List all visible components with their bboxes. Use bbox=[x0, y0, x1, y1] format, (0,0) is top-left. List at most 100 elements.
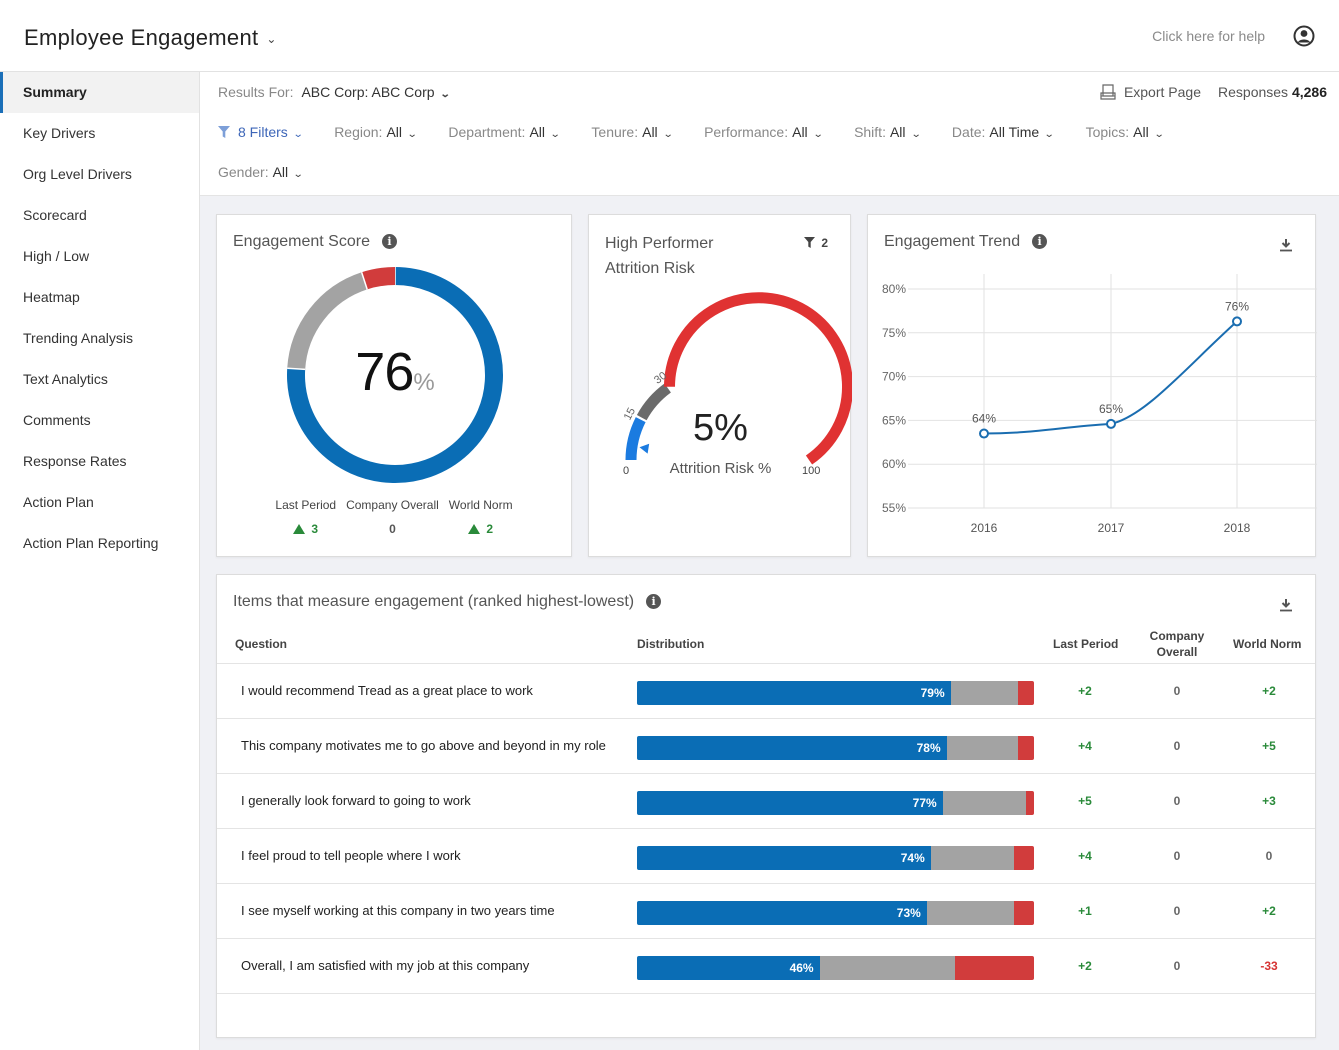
sidebar-item-heatmap[interactable]: Heatmap bbox=[0, 277, 199, 318]
table-row[interactable]: This company motivates me to go above an… bbox=[217, 719, 1315, 774]
world-norm-delta: -33 bbox=[1260, 959, 1278, 973]
filter-date-dropdown[interactable]: Date: All Time ⌄ bbox=[952, 124, 1055, 140]
filters-count-dropdown[interactable]: 8 Filters ⌄ bbox=[218, 124, 303, 140]
filter-region-dropdown[interactable]: Region: All ⌄ bbox=[334, 124, 417, 140]
info-icon[interactable]: i bbox=[381, 234, 397, 249]
export-label: Export Page bbox=[1123, 84, 1201, 100]
filter-icon bbox=[218, 126, 230, 138]
sidebar-item-trending-analysis[interactable]: Trending Analysis bbox=[0, 318, 199, 359]
filter-gender-dropdown[interactable]: Gender: All ⌄ bbox=[218, 164, 304, 180]
main-content: Results For: ABC Corp: ABC Corp ⌄ Export P… bbox=[200, 72, 1339, 1050]
y-tick-label: 55% bbox=[882, 501, 906, 515]
sidebar-item-response-rates[interactable]: Response Rates bbox=[0, 441, 199, 482]
results-for-selector[interactable]: Results For: ABC Corp: ABC Corp ⌄ bbox=[218, 84, 450, 100]
info-icon[interactable]: i bbox=[1032, 234, 1048, 249]
sidebar-item-high-low[interactable]: High / Low bbox=[0, 236, 199, 277]
column-header-last-period[interactable]: Last Period bbox=[1053, 637, 1118, 651]
sidebar-item-text-analytics[interactable]: Text Analytics bbox=[0, 359, 199, 400]
x-tick-label: 2018 bbox=[1224, 521, 1251, 535]
table-row[interactable]: I generally look forward to going to wor… bbox=[217, 774, 1315, 829]
sidebar-item-action-plan[interactable]: Action Plan bbox=[0, 482, 199, 523]
neutral-segment bbox=[926, 901, 1015, 925]
download-icon[interactable] bbox=[1279, 598, 1293, 612]
filter-label: Tenure: bbox=[591, 124, 639, 140]
sidebar-item-scorecard[interactable]: Scorecard bbox=[0, 195, 199, 236]
engagement-trend-title: Engagement Trend bbox=[884, 233, 1021, 250]
question-text: This company motivates me to go above an… bbox=[241, 738, 606, 753]
filter-shift-dropdown[interactable]: Shift: All ⌄ bbox=[854, 124, 922, 140]
sidebar-item-key-drivers[interactable]: Key Drivers bbox=[0, 113, 199, 154]
column-header-question[interactable]: Question bbox=[235, 637, 287, 651]
neutral-segment bbox=[930, 846, 1015, 870]
filter-row: 8 Filters ⌄ Region: All ⌄ Department: All ⌄ Ten… bbox=[218, 124, 1195, 140]
column-header-world-norm[interactable]: World Norm bbox=[1233, 637, 1301, 651]
filter-value: All bbox=[889, 124, 906, 140]
table-row[interactable]: I feel proud to tell people where I work… bbox=[217, 829, 1315, 884]
distribution-bar[interactable]: 73% bbox=[637, 901, 1034, 925]
company-overall-delta: 0 bbox=[1173, 794, 1181, 808]
chevron-down-icon: ⌄ bbox=[910, 129, 922, 140]
favorable-segment: 77% bbox=[637, 791, 943, 815]
company-overall-delta: 0 bbox=[1173, 849, 1181, 863]
company-overall-delta: 0 bbox=[1173, 684, 1181, 698]
export-page-button[interactable]: Export Page bbox=[1100, 84, 1201, 100]
distribution-bar[interactable]: 78% bbox=[637, 736, 1034, 760]
score-unit: % bbox=[413, 369, 435, 396]
column-header-distribution[interactable]: Distribution bbox=[637, 637, 704, 651]
sidebar-item-org-level-drivers[interactable]: Org Level Drivers bbox=[0, 154, 199, 195]
y-tick-label: 60% bbox=[882, 457, 906, 471]
last-period-delta: +4 bbox=[1078, 849, 1092, 863]
download-icon[interactable] bbox=[1279, 238, 1293, 252]
filter-label: Topics: bbox=[1085, 124, 1130, 140]
trend-point[interactable] bbox=[979, 428, 989, 439]
unfavorable-segment bbox=[1014, 846, 1034, 870]
filter-bar: Results For: ABC Corp: ABC Corp ⌄ Export P… bbox=[200, 72, 1339, 196]
company-overall-delta: 0 bbox=[1173, 739, 1181, 753]
app-title: Employee Engagement bbox=[24, 25, 259, 50]
table-row[interactable]: I would recommend Tread as a great place… bbox=[217, 664, 1315, 719]
unfavorable-segment bbox=[1018, 736, 1034, 760]
last-period-delta: +2 bbox=[1078, 684, 1092, 698]
engagement-trend-card: Engagement Trend i 55% 60% 65% 70% 75% 80% 2016… bbox=[867, 214, 1317, 557]
table-row[interactable]: I see myself working at this company in … bbox=[217, 884, 1315, 939]
chevron-down-icon: ⌄ bbox=[1153, 129, 1165, 140]
unfavorable-segment bbox=[1014, 901, 1034, 925]
sidebar-item-comments[interactable]: Comments bbox=[0, 400, 199, 441]
neutral-segment bbox=[950, 681, 1019, 705]
sidebar-nav: Summary Key Drivers Org Level Drivers Score… bbox=[0, 72, 200, 1050]
distribution-bar[interactable]: 77% bbox=[637, 791, 1034, 815]
filter-value: All bbox=[529, 124, 546, 140]
table-row[interactable]: Overall, I am satisfied with my job at t… bbox=[217, 939, 1315, 994]
y-tick-label: 80% bbox=[882, 282, 906, 296]
favorable-segment: 79% bbox=[637, 681, 951, 705]
stat-number: 3 bbox=[311, 522, 319, 536]
world-norm-delta: +2 bbox=[1262, 904, 1276, 918]
filter-tenure-dropdown[interactable]: Tenure: All ⌄ bbox=[591, 124, 673, 140]
neutral-segment bbox=[946, 736, 1019, 760]
distribution-bar[interactable]: 74% bbox=[637, 846, 1034, 870]
question-text: Overall, I am satisfied with my job at t… bbox=[241, 958, 530, 973]
distribution-bar[interactable]: 79% bbox=[637, 681, 1034, 705]
help-link[interactable]: Click here for help bbox=[1152, 28, 1265, 44]
info-icon[interactable]: i bbox=[646, 594, 662, 609]
data-label: 64% bbox=[972, 412, 996, 426]
trend-point[interactable] bbox=[1106, 418, 1116, 429]
app-title-dropdown[interactable]: Employee Engagement ⌄ bbox=[24, 25, 277, 51]
stat-number: 0 bbox=[389, 522, 396, 536]
sidebar-item-action-plan-reporting[interactable]: Action Plan Reporting bbox=[0, 523, 199, 564]
question-text: I see myself working at this company in … bbox=[241, 903, 555, 918]
results-for-value: ABC Corp: ABC Corp bbox=[301, 84, 435, 100]
responses-value: 4,286 bbox=[1291, 84, 1327, 100]
sidebar-item-summary[interactable]: Summary bbox=[0, 72, 199, 113]
chevron-down-icon: ⌄ bbox=[549, 129, 561, 140]
column-header-company-overall[interactable]: Company Overall bbox=[1147, 628, 1207, 660]
filter-performance-dropdown[interactable]: Performance: All ⌄ bbox=[704, 124, 823, 140]
filter-value: All bbox=[1133, 124, 1149, 140]
user-account-icon[interactable] bbox=[1293, 25, 1315, 47]
engagement-score-value: 76% bbox=[217, 341, 573, 403]
distribution-bar[interactable]: 46% bbox=[637, 956, 1034, 980]
filter-department-dropdown[interactable]: Department: All ⌄ bbox=[448, 124, 561, 140]
filter-topics-dropdown[interactable]: Topics: All ⌄ bbox=[1085, 124, 1165, 140]
trend-point[interactable] bbox=[1232, 316, 1242, 327]
donut-segment-unfavorable bbox=[361, 267, 396, 290]
